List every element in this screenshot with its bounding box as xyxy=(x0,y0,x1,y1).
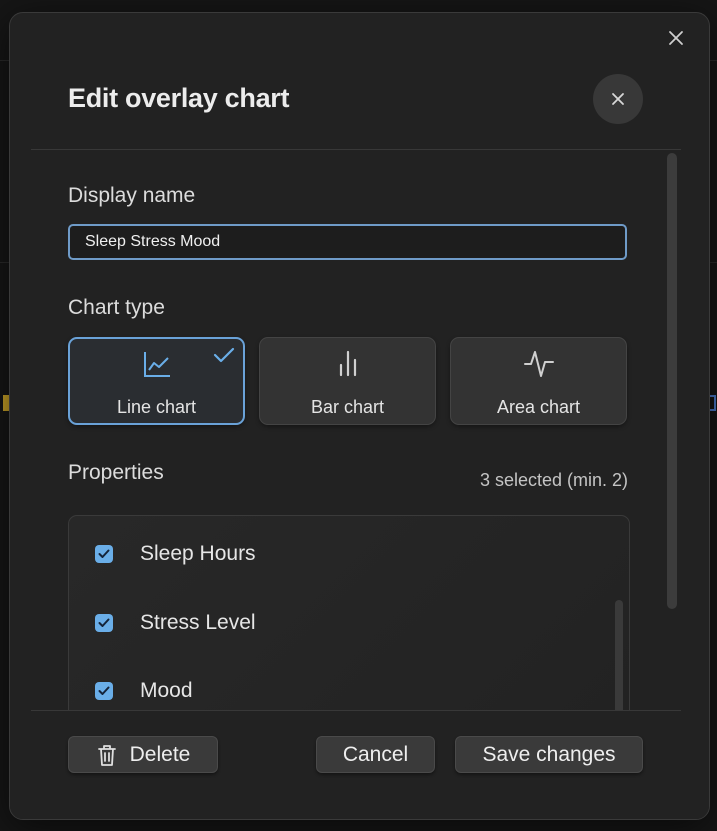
property-checkbox[interactable] xyxy=(95,682,113,700)
trash-icon xyxy=(96,743,118,767)
delete-button[interactable]: Delete xyxy=(68,736,218,773)
checkmark-icon xyxy=(98,549,110,558)
dialog-title: Edit overlay chart xyxy=(68,83,290,113)
chart-type-label-bar: Bar chart xyxy=(310,397,385,417)
list-item[interactable]: Sleep Hours xyxy=(69,534,629,574)
dialog-footer: Delete Cancel Save changes xyxy=(10,710,709,819)
checkmark-icon xyxy=(98,686,110,695)
properties-list: Sleep Hours Stress Level Mood xyxy=(68,515,630,737)
chart-type-bar-option[interactable]: Bar chart xyxy=(259,337,436,425)
properties-label: Properties xyxy=(68,461,164,484)
chart-type-label: Chart type xyxy=(68,296,165,319)
properties-selected-count: 3 selected (min. 2) xyxy=(479,470,628,490)
selected-check-icon xyxy=(213,347,235,363)
display-name-label: Display name xyxy=(68,184,196,207)
chart-type-line-option[interactable]: Line chart xyxy=(68,337,245,425)
bar-chart-icon xyxy=(339,350,356,377)
footer-divider xyxy=(31,710,681,711)
save-button-label: Save changes xyxy=(482,742,616,766)
property-checkbox[interactable] xyxy=(95,545,113,563)
list-item[interactable]: Stress Level xyxy=(69,603,629,643)
display-name-input[interactable] xyxy=(68,224,627,260)
area-chart-icon xyxy=(523,351,554,377)
close-icon xyxy=(669,31,683,45)
property-checkbox[interactable] xyxy=(95,614,113,632)
delete-button-label: Delete xyxy=(129,742,191,766)
checkmark-icon xyxy=(98,618,110,627)
chart-type-label-area: Area chart xyxy=(496,397,581,417)
close-icon xyxy=(612,93,624,105)
dialog-corner-close-button[interactable] xyxy=(665,27,687,49)
save-changes-button[interactable]: Save changes xyxy=(455,736,643,773)
header-divider xyxy=(31,149,681,150)
line-chart-icon xyxy=(143,352,170,377)
chart-type-label-line: Line chart xyxy=(116,397,197,417)
property-label: Mood xyxy=(140,679,193,702)
list-item[interactable]: Mood xyxy=(69,671,629,711)
property-label: Stress Level xyxy=(140,611,256,634)
edit-overlay-dialog: Edit overlay chart Display name Chart ty… xyxy=(9,12,710,820)
dialog-scrollbar[interactable] xyxy=(667,153,677,609)
cancel-button[interactable]: Cancel xyxy=(316,736,435,773)
property-label: Sleep Hours xyxy=(140,542,256,565)
cancel-button-label: Cancel xyxy=(342,742,409,766)
dialog-close-button[interactable] xyxy=(593,74,643,124)
chart-type-area-option[interactable]: Area chart xyxy=(450,337,627,425)
